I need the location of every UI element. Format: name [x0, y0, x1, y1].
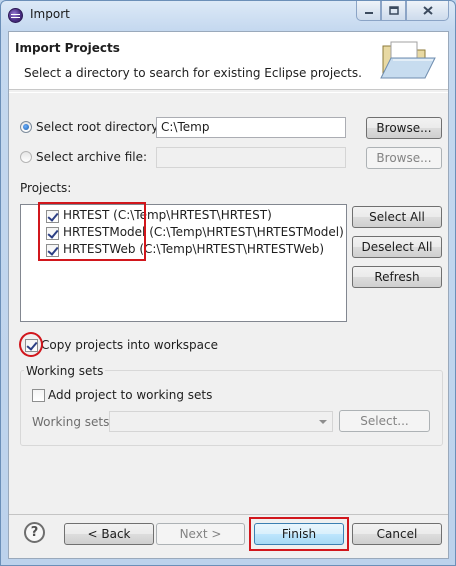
archive-file-label: Select archive file: — [36, 150, 148, 164]
add-to-working-sets-checkbox[interactable] — [32, 389, 45, 402]
back-button[interactable]: < Back — [64, 523, 154, 545]
cancel-button[interactable]: Cancel — [352, 523, 442, 545]
root-directory-radio[interactable] — [20, 121, 32, 133]
add-to-working-sets-label[interactable]: Add project to working sets — [48, 388, 212, 402]
browse-archive-button[interactable]: Browse... — [366, 147, 442, 169]
archive-file-radio[interactable] — [20, 151, 32, 163]
select-all-button[interactable]: Select All — [352, 206, 442, 228]
working-sets-group-title: Working sets — [24, 364, 106, 378]
minimize-icon — [364, 11, 373, 14]
banner-separator — [9, 92, 448, 93]
folder-open-icon — [380, 39, 436, 79]
dialog-content: Import Projects Select a directory to se… — [8, 31, 449, 559]
archive-file-input[interactable] — [156, 147, 346, 168]
wizard-banner: Import Projects Select a directory to se… — [9, 32, 448, 90]
root-directory-input[interactable]: C:\Temp — [156, 117, 346, 138]
help-icon[interactable]: ? — [24, 522, 45, 543]
working-sets-group — [20, 370, 443, 446]
annotation-highlight-projects — [38, 202, 146, 261]
root-directory-label: Select root directory: — [36, 120, 162, 134]
title-bar[interactable]: Import — [1, 1, 455, 29]
refresh-button[interactable]: Refresh — [352, 266, 442, 288]
annotation-highlight-copy — [19, 332, 43, 357]
browse-root-button[interactable]: Browse... — [366, 117, 442, 139]
working-sets-combo[interactable] — [109, 411, 333, 432]
copy-projects-label[interactable]: Copy projects into workspace — [41, 338, 218, 352]
close-icon — [422, 6, 433, 15]
deselect-all-button[interactable]: Deselect All — [352, 236, 442, 258]
minimize-button[interactable] — [356, 1, 381, 21]
window-title: Import — [30, 7, 70, 21]
projects-label: Projects: — [20, 181, 72, 195]
next-button[interactable]: Next > — [156, 523, 245, 545]
close-button[interactable] — [406, 1, 449, 21]
maximize-button[interactable] — [381, 1, 406, 21]
chevron-down-icon — [319, 420, 327, 424]
eclipse-icon — [8, 8, 23, 23]
footer-separator — [9, 514, 448, 515]
select-working-sets-button[interactable]: Select... — [339, 410, 430, 432]
window-controls — [356, 1, 449, 21]
projects-list[interactable]: HRTEST (C:\Temp\HRTEST\HRTEST) HRTESTMod… — [20, 202, 347, 322]
import-dialog-window: Import Import Projects Select a director… — [0, 0, 456, 566]
page-description: Select a directory to search for existin… — [24, 66, 362, 80]
annotation-highlight-finish — [249, 517, 349, 551]
page-title: Import Projects — [15, 41, 120, 55]
maximize-icon — [388, 6, 399, 15]
working-sets-field-label: Working sets: — [32, 415, 114, 429]
